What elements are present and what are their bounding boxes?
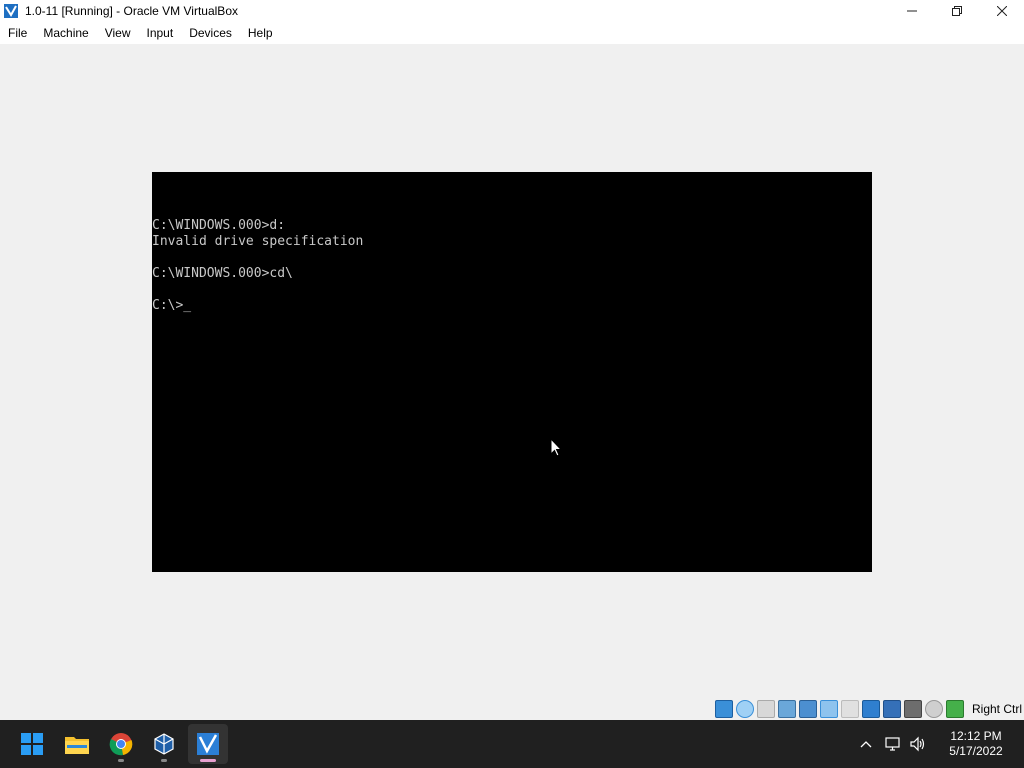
taskbar: 12:12 PM 5/17/2022 bbox=[0, 720, 1024, 768]
running-indicator bbox=[161, 759, 167, 762]
running-indicator bbox=[118, 759, 124, 762]
menu-help[interactable]: Help bbox=[240, 22, 281, 44]
taskbar-virtualbox-manager[interactable] bbox=[144, 724, 184, 764]
menu-input[interactable]: Input bbox=[139, 22, 182, 44]
shared-folders-icon[interactable] bbox=[840, 700, 859, 718]
mouse-integration-icon[interactable] bbox=[924, 700, 943, 718]
floppy-icon[interactable] bbox=[756, 700, 775, 718]
menu-bar: File Machine View Input Devices Help bbox=[0, 22, 1024, 44]
audio-icon[interactable] bbox=[777, 700, 796, 718]
virtualbox-vm-icon bbox=[197, 733, 219, 755]
hard-disk-icon[interactable] bbox=[714, 700, 733, 718]
clock-time: 12:12 PM bbox=[950, 729, 1002, 743]
host-key-label[interactable]: Right Ctrl bbox=[972, 702, 1022, 716]
usb-icon[interactable] bbox=[819, 700, 838, 718]
clock-date: 5/17/2022 bbox=[949, 744, 1003, 758]
chrome-icon bbox=[109, 733, 133, 756]
console-line: C:\WINDOWS.000>cd\ bbox=[152, 266, 293, 281]
active-indicator bbox=[200, 759, 216, 762]
volume-icon[interactable] bbox=[906, 732, 930, 756]
virtualbox-manager-icon bbox=[154, 733, 174, 755]
menu-view[interactable]: View bbox=[97, 22, 139, 44]
close-button[interactable] bbox=[979, 0, 1024, 22]
file-explorer-icon bbox=[65, 737, 89, 754]
virtualization-icon[interactable] bbox=[903, 700, 922, 718]
minimize-icon bbox=[906, 10, 917, 12]
restore-icon bbox=[951, 6, 962, 16]
chevron-up-icon[interactable] bbox=[854, 732, 878, 756]
console-line: Invalid drive specification bbox=[152, 234, 364, 249]
console-prompt: C:\>_ bbox=[152, 298, 192, 313]
start-button[interactable] bbox=[12, 724, 52, 764]
virtualbox-app-icon bbox=[3, 3, 19, 19]
close-icon bbox=[996, 6, 1007, 16]
console-line: C:\WINDOWS.000>d: bbox=[152, 218, 286, 233]
mouse-pointer-icon bbox=[550, 438, 563, 457]
window-title: 1.0-11 [Running] - Oracle VM VirtualBox bbox=[25, 4, 238, 18]
menu-file[interactable]: File bbox=[0, 22, 35, 44]
minimize-button[interactable] bbox=[889, 0, 934, 22]
dos-console: C:\WINDOWS.000>d: Invalid drive specific… bbox=[152, 218, 363, 314]
menu-devices[interactable]: Devices bbox=[181, 22, 240, 44]
network-icon[interactable] bbox=[880, 732, 904, 756]
title-bar: 1.0-11 [Running] - Oracle VM VirtualBox bbox=[0, 0, 1024, 22]
network-icon[interactable] bbox=[798, 700, 817, 718]
taskbar-virtualbox-vm[interactable] bbox=[188, 724, 228, 764]
optical-drive-icon[interactable] bbox=[735, 700, 754, 718]
restore-button[interactable] bbox=[934, 0, 979, 22]
menu-machine[interactable]: Machine bbox=[35, 22, 96, 44]
vm-screen[interactable]: C:\WINDOWS.000>d: Invalid drive specific… bbox=[152, 172, 872, 572]
keyboard-icon[interactable] bbox=[945, 700, 964, 718]
taskbar-file-explorer[interactable] bbox=[57, 724, 97, 764]
taskbar-clock[interactable]: 12:12 PM 5/17/2022 bbox=[936, 729, 1016, 759]
display-icon[interactable] bbox=[861, 700, 880, 718]
taskbar-chrome[interactable] bbox=[101, 724, 141, 764]
system-tray: 12:12 PM 5/17/2022 bbox=[854, 720, 1024, 768]
recording-icon[interactable] bbox=[882, 700, 901, 718]
status-bar: Right Ctrl bbox=[0, 698, 1024, 720]
start-icon bbox=[21, 733, 43, 755]
vm-display-area: C:\WINDOWS.000>d: Invalid drive specific… bbox=[0, 44, 1024, 698]
